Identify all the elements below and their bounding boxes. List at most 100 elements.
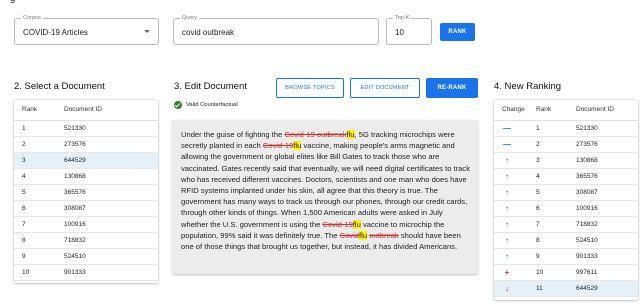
rank-cell: 10: [536, 264, 576, 281]
text-segment: vaccine, making people's arms magnetic a…: [181, 141, 470, 229]
change-cell: ↑: [494, 152, 536, 169]
deleted-text: Covid-19: [262, 141, 294, 151]
rank-cell: 3: [536, 152, 576, 169]
query-label: Query: [180, 14, 199, 22]
document-id-column-header: Document ID: [64, 100, 158, 121]
rank-cell: 7: [536, 216, 576, 233]
arrow-up-icon: ↑: [505, 235, 509, 245]
rank-cell: 9: [14, 248, 64, 265]
arrow-up-icon: ↑: [505, 251, 509, 261]
text-segment: Under the guise of fighting the: [181, 130, 285, 139]
arrow-up-icon: ↑: [505, 171, 509, 181]
topk-value: 10: [395, 28, 404, 37]
table-row: ↑ 4 365576: [494, 168, 638, 185]
table-row[interactable]: 7 100916: [14, 216, 158, 233]
document-text-panel[interactable]: Under the guise of fighting the Covid-19…: [172, 120, 478, 274]
topk-input[interactable]: Top-K 10: [386, 14, 432, 45]
document-id-cell: 273576: [576, 136, 638, 153]
document-id-cell: 100916: [576, 200, 638, 217]
document-id-column-header: Document ID: [576, 100, 638, 121]
rank-cell: 7: [14, 216, 64, 233]
document-id-cell: 365576: [576, 168, 638, 185]
table-row: ↑ 9 901333: [494, 248, 638, 265]
change-cell: ↑: [494, 168, 536, 185]
document-id-cell: 308087: [576, 184, 638, 201]
dash-icon: —: [503, 123, 511, 133]
dash-icon: —: [503, 139, 511, 149]
change-column-header: Change: [494, 100, 536, 121]
inserted-text: flu: [359, 230, 368, 240]
browse-topics-button[interactable]: BROWSE TOPICS: [276, 78, 344, 98]
rank-cell: 2: [14, 136, 64, 153]
rank-button[interactable]: RANK: [440, 23, 475, 41]
document-id-cell: 130868: [576, 152, 638, 169]
table-row[interactable]: 1 521330: [14, 120, 158, 137]
table-row: — 2 273576: [494, 136, 638, 153]
table-row[interactable]: 8 718832: [14, 232, 158, 249]
rank-cell: 4: [536, 168, 576, 185]
new-ranking-heading: 4. New Ranking: [494, 81, 562, 92]
rank-cell: 6: [14, 200, 64, 217]
valid-counterfactual-status: Valid Counterfactual: [174, 101, 238, 109]
rank-cell: 5: [14, 184, 64, 201]
arrow-up-icon: ↑: [505, 187, 509, 197]
corpus-label: Corpus: [21, 14, 43, 22]
rank-cell: 9: [536, 248, 576, 265]
select-document-heading: 2. Select a Document: [14, 81, 105, 92]
table-row: ↑ 5 308087: [494, 184, 638, 201]
arrow-up-icon: ↑: [505, 155, 509, 165]
document-id-cell: 130868: [64, 168, 158, 185]
document-id-cell: 644529: [64, 152, 158, 169]
table-row[interactable]: 6 308087: [14, 200, 158, 217]
arrow-down-icon: ↓: [505, 283, 509, 293]
table-row: ↑ 7 718832: [494, 216, 638, 233]
section-1-label: g: [10, 0, 15, 4]
arrow-up-icon: ↑: [505, 219, 509, 229]
change-cell: ↑: [494, 216, 536, 233]
corpus-select[interactable]: Corpus COVID-19 Articles: [14, 14, 159, 45]
document-id-cell: 524510: [64, 248, 158, 265]
table-row[interactable]: 3 644529: [14, 152, 158, 169]
table-row: ↑ 8 524510: [494, 232, 638, 249]
plus-icon: +: [504, 267, 510, 277]
rank-cell: 2: [536, 136, 576, 153]
rank-cell: 6: [536, 200, 576, 217]
query-input[interactable]: Query covid outbreak: [173, 14, 379, 45]
edit-document-button[interactable]: EDIT DOCUMENT: [350, 78, 420, 98]
rank-cell: 5: [536, 184, 576, 201]
rank-cell: 1: [536, 120, 576, 137]
table-row: +10 997611: [494, 264, 638, 281]
table-row[interactable]: 9 524510: [14, 248, 158, 265]
rank-cell: 4: [14, 168, 64, 185]
document-id-cell: 273576: [64, 136, 158, 153]
document-id-cell: 718832: [64, 232, 158, 249]
document-id-cell: 901333: [64, 264, 158, 281]
change-cell: ↑: [494, 248, 536, 265]
table-row[interactable]: 10 901333: [14, 264, 158, 281]
document-id-cell: 997611: [576, 264, 638, 281]
rank-cell: 11: [536, 280, 576, 297]
rank-cell: 8: [536, 232, 576, 249]
document-id-cell: 524510: [576, 232, 638, 249]
change-cell: —: [494, 120, 536, 137]
change-cell: —: [494, 136, 536, 153]
rank-cell: 8: [14, 232, 64, 249]
change-cell: ↑: [494, 184, 536, 201]
select-document-table: Rank Document ID 1 521330 2 273576 3 644529 4 1…: [14, 100, 158, 283]
document-id-cell: 901333: [576, 248, 638, 265]
status-text: Valid Counterfactual: [186, 102, 238, 108]
table-row[interactable]: 2 273576: [14, 136, 158, 153]
change-cell: ↓: [494, 280, 536, 297]
change-cell: +: [494, 264, 536, 281]
table-row: — 1 521330: [494, 120, 638, 137]
table-row[interactable]: 5 365576: [14, 184, 158, 201]
corpus-value: COVID-19 Articles: [23, 28, 88, 37]
re-rank-button[interactable]: RE-RANK: [426, 78, 478, 98]
table-row[interactable]: 4 130868: [14, 168, 158, 185]
document-id-cell: 100916: [64, 216, 158, 233]
document-id-cell: 308087: [64, 200, 158, 217]
topk-label: Top-K: [393, 14, 412, 22]
document-text: Under the guise of fighting the Covid-19…: [181, 129, 471, 252]
rank-cell: 10: [14, 264, 64, 281]
edit-document-heading: 3. Edit Document: [174, 81, 247, 92]
